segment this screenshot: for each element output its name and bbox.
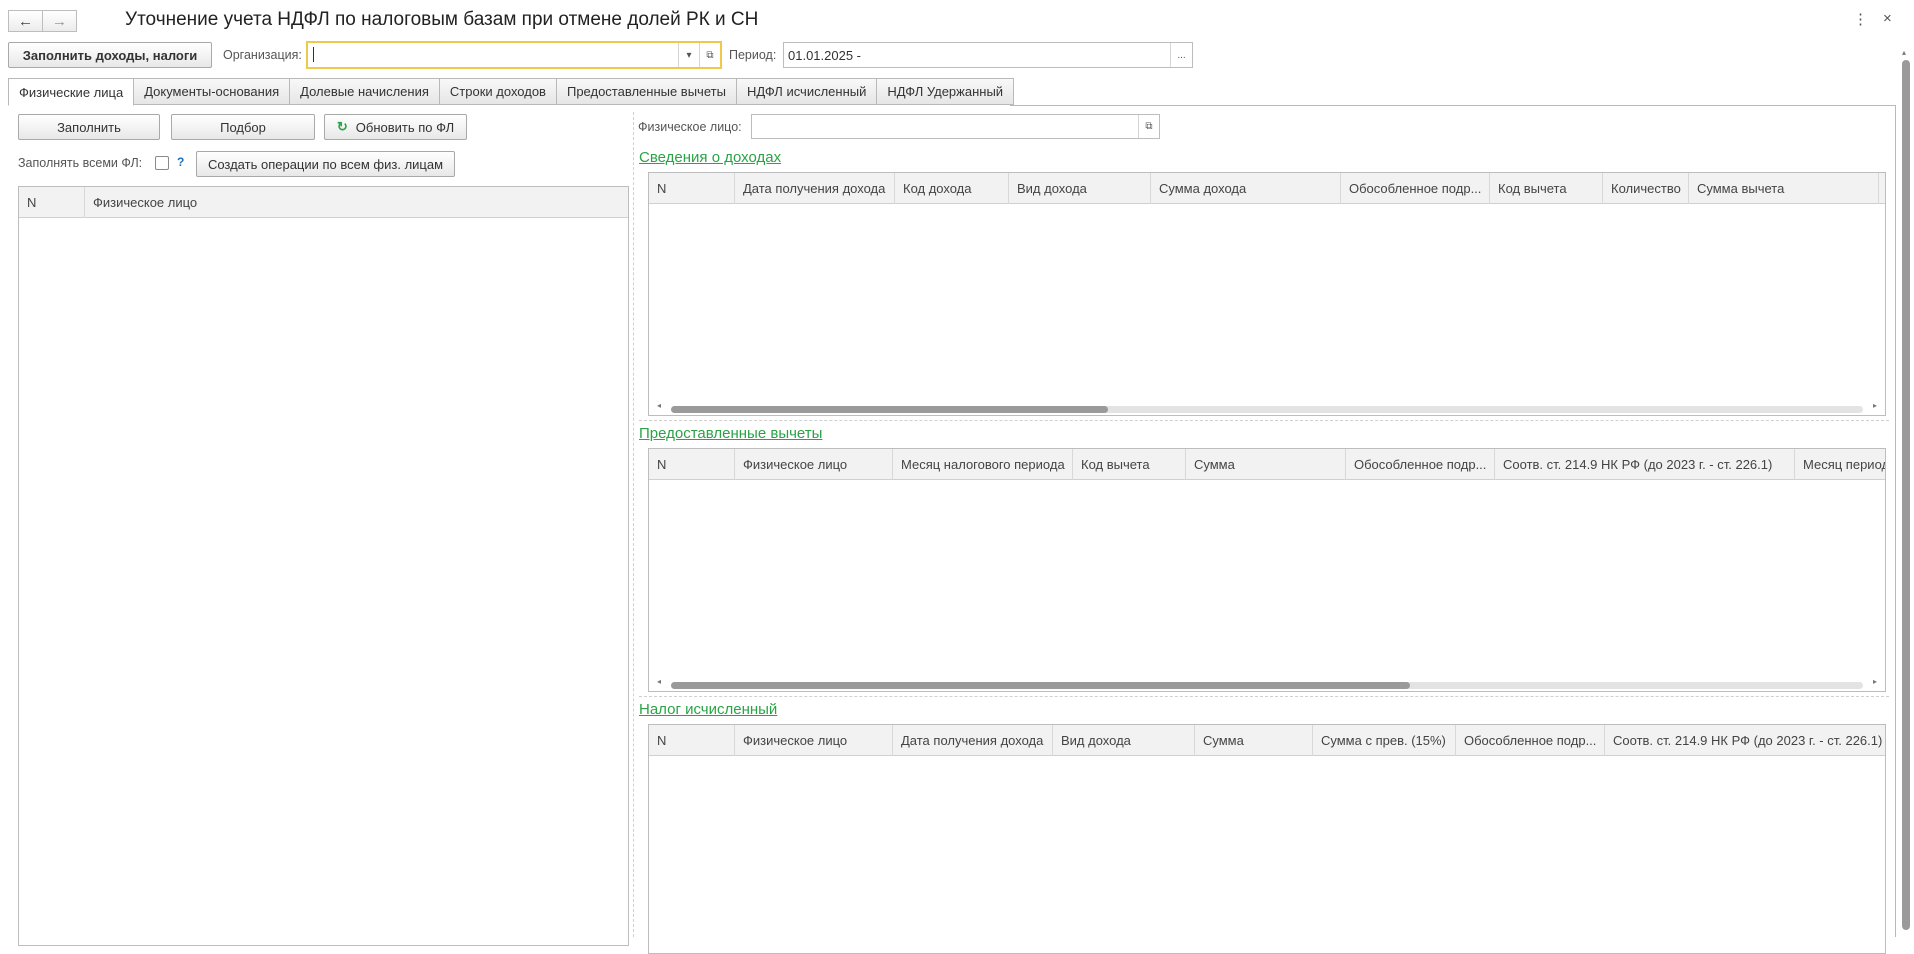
period-select-icon[interactable]: ... [1170, 43, 1192, 67]
organization-value [313, 47, 314, 62]
scroll-up-icon[interactable]: ▴ [1902, 48, 1906, 57]
scroll-left-icon[interactable]: ◂ [657, 401, 661, 410]
person-field[interactable]: ⧉ [751, 114, 1160, 139]
tab-panel-border [1010, 105, 1896, 106]
column-header[interactable]: Сумма [1195, 725, 1313, 756]
column-header[interactable]: N [19, 187, 85, 218]
tax-section-title[interactable]: Налог исчисленный [639, 701, 777, 718]
section-splitter[interactable] [639, 696, 1889, 697]
open-form-icon[interactable]: ⧉ [1138, 115, 1159, 138]
column-header[interactable]: Вид дохода [1053, 725, 1195, 756]
tab-income-lines[interactable]: Строки доходов [438, 78, 557, 105]
organization-field[interactable]: ▾ ⧉ [306, 41, 722, 69]
refresh-by-person-label: Обновить по ФЛ [355, 119, 455, 135]
scroll-right-icon[interactable]: ▸ [1873, 677, 1877, 686]
column-header[interactable]: Соотв. ст. 214.9 НК РФ (до 2023 г. - ст.… [1495, 449, 1795, 480]
select-button[interactable]: Подбор [171, 114, 315, 140]
column-header[interactable]: Месяц налогового периода [893, 449, 1073, 480]
tax-table[interactable]: N Физическое лицо Дата получения дохода … [648, 724, 1886, 954]
column-header[interactable]: Физическое лицо [85, 187, 628, 218]
section-splitter[interactable] [639, 420, 1889, 421]
person-label: Физическое лицо: [638, 120, 742, 134]
open-form-icon[interactable]: ⧉ [699, 43, 720, 67]
column-header[interactable]: N [649, 725, 735, 756]
fill-all-label: Заполнять всеми ФЛ: [18, 156, 143, 170]
column-header[interactable]: Сумма дохода [1151, 173, 1341, 204]
fill-all-checkbox[interactable] [155, 156, 169, 170]
forward-button[interactable]: → [42, 10, 77, 32]
column-header[interactable]: Сумма [1186, 449, 1346, 480]
period-field[interactable]: 01.01.2025 - ... [783, 42, 1193, 68]
organization-label: Организация: [223, 48, 302, 62]
close-icon[interactable]: × [1883, 10, 1892, 27]
deductions-table[interactable]: N Физическое лицо Месяц налогового перио… [648, 448, 1886, 692]
column-header[interactable]: Обособленное подр... [1341, 173, 1490, 204]
table-header: N Физическое лицо [19, 187, 628, 218]
table-header: N Физическое лицо Дата получения дохода … [649, 725, 1885, 756]
scroll-thumb[interactable] [1902, 60, 1910, 930]
back-arrow-icon: ← [18, 12, 33, 30]
period-value: 01.01.2025 - [788, 48, 862, 63]
period-label: Период: [729, 48, 777, 62]
tab-base-documents[interactable]: Документы-основания [133, 78, 291, 105]
scroll-right-icon[interactable]: ▸ [1873, 401, 1877, 410]
column-header[interactable]: Код вычета [1073, 449, 1186, 480]
column-header[interactable]: Физическое лицо [735, 449, 893, 480]
individuals-table[interactable]: N Физическое лицо [18, 186, 629, 946]
column-header[interactable]: Код вычета [1490, 173, 1603, 204]
column-header[interactable]: Вид дохода [1009, 173, 1151, 204]
column-header[interactable]: Обособленное подр... [1456, 725, 1605, 756]
back-button[interactable]: ← [8, 10, 43, 32]
column-header[interactable]: N [649, 449, 735, 480]
column-header[interactable]: Обособленное подр... [1346, 449, 1495, 480]
horizontal-scrollbar[interactable]: ◂ ▸ [649, 677, 1885, 691]
more-menu-icon[interactable]: ⋮ [1853, 10, 1868, 28]
column-header[interactable]: Сумма с прев. (15%) [1313, 725, 1456, 756]
fill-button[interactable]: Заполнить [18, 114, 160, 140]
column-header[interactable]: Месяц периода [1795, 449, 1885, 480]
forward-arrow-icon: → [52, 12, 67, 30]
chevron-down-icon[interactable]: ▾ [678, 43, 699, 67]
incomes-table[interactable]: N Дата получения дохода Код дохода Вид д… [648, 172, 1886, 416]
column-header[interactable]: Количество [1603, 173, 1689, 204]
table-header: N Физическое лицо Месяц налогового перио… [649, 449, 1885, 480]
deductions-section-title[interactable]: Предоставленные вычеты [639, 425, 822, 442]
page-title: Уточнение учета НДФЛ по налоговым базам … [125, 9, 759, 30]
tab-individuals[interactable]: Физические лица [8, 78, 135, 106]
page-vertical-scrollbar[interactable]: ▴ [1900, 48, 1912, 937]
scroll-track [671, 406, 1863, 413]
help-icon[interactable]: ? [177, 155, 184, 169]
refresh-icon: ↻ [336, 119, 348, 134]
column-header[interactable]: Дата получения дохода [735, 173, 895, 204]
column-header[interactable]: Физическое лицо [735, 725, 893, 756]
scroll-thumb[interactable] [671, 682, 1410, 689]
scroll-track [671, 682, 1863, 689]
column-header[interactable]: N [649, 173, 735, 204]
incomes-section-title[interactable]: Сведения о доходах [639, 149, 781, 166]
column-header[interactable]: Дата получения дохода [893, 725, 1053, 756]
horizontal-scrollbar[interactable]: ◂ ▸ [649, 401, 1885, 415]
create-operations-button[interactable]: Создать операции по всем физ. лицам [196, 151, 455, 177]
tab-ndfl-withheld[interactable]: НДФЛ Удержанный [876, 78, 1015, 105]
column-header[interactable]: Код дохода [895, 173, 1009, 204]
tab-bar: Физические лица Документы-основания Доле… [8, 78, 1015, 106]
column-header[interactable]: Соотв. ст. 214.9 НК РФ (до 2023 г. - ст.… [1605, 725, 1885, 756]
column-header[interactable]: Сумма вычета [1689, 173, 1879, 204]
panel-splitter[interactable] [633, 112, 634, 937]
tab-panel-right-border [1895, 105, 1896, 937]
refresh-by-person-button[interactable]: ↻ Обновить по ФЛ [324, 114, 467, 140]
fill-incomes-button[interactable]: Заполнить доходы, налоги [8, 42, 212, 68]
tab-provided-deductions[interactable]: Предоставленные вычеты [555, 78, 737, 105]
table-header: N Дата получения дохода Код дохода Вид д… [649, 173, 1885, 204]
scroll-thumb[interactable] [671, 406, 1108, 413]
tab-share-accruals[interactable]: Долевые начисления [289, 78, 440, 105]
scroll-left-icon[interactable]: ◂ [657, 677, 661, 686]
tab-ndfl-calculated[interactable]: НДФЛ исчисленный [735, 78, 878, 105]
